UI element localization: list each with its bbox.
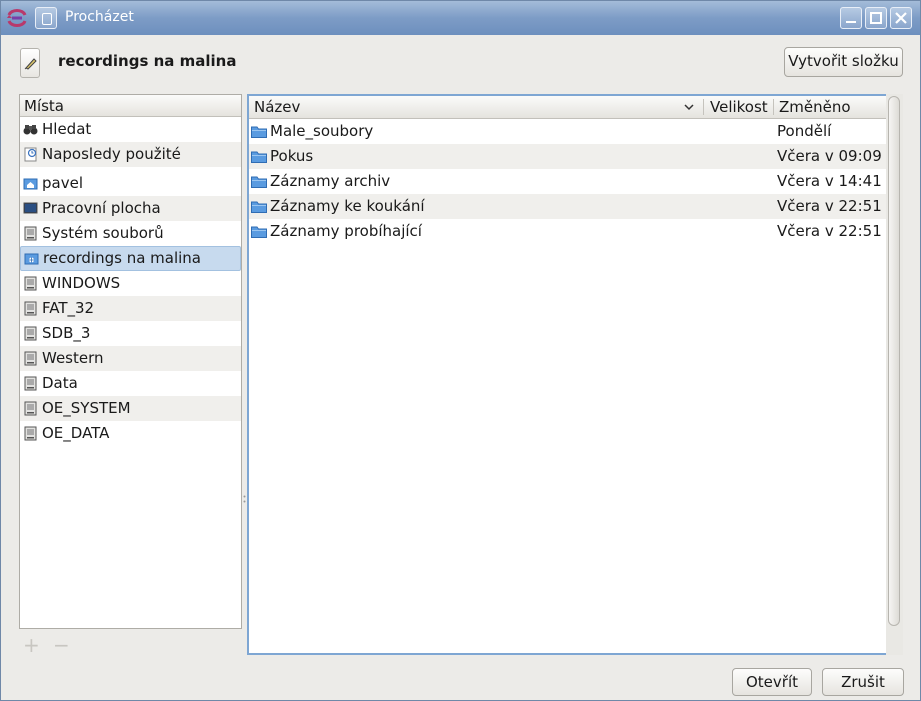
place-label: Systém souborů — [42, 224, 164, 242]
pane-resize-grip[interactable] — [243, 495, 246, 503]
app-logo-icon[interactable] — [5, 6, 29, 30]
file-name: Pokus — [270, 147, 314, 165]
open-button[interactable]: Otevřít — [732, 668, 812, 696]
place-label: OE_SYSTEM — [42, 399, 131, 417]
place-label: recordings na malina — [43, 249, 201, 267]
network-folder-icon — [24, 253, 39, 265]
place-label: Hledat — [42, 120, 92, 138]
minimize-icon — [846, 21, 856, 23]
column-modified-header[interactable]: Změněno — [779, 96, 851, 118]
remove-place-button[interactable]: − — [53, 633, 70, 657]
maximize-icon — [870, 12, 882, 24]
file-list: Název Velikost Změněno Male_soubory Pond… — [247, 94, 888, 655]
drive-icon — [24, 326, 37, 341]
sort-chevron-down-icon[interactable] — [684, 103, 694, 111]
place-item-windows[interactable]: WINDOWS — [20, 271, 241, 296]
place-item-western[interactable]: Western — [20, 346, 241, 371]
file-modified: Pondělí — [777, 122, 832, 140]
window-title: Procházet — [65, 9, 134, 25]
window-menu-button[interactable] — [35, 7, 57, 29]
place-label: OE_DATA — [42, 424, 110, 442]
binoculars-icon — [23, 125, 38, 135]
place-label: FAT_32 — [42, 299, 95, 317]
place-item-system-souboru[interactable]: Systém souborů — [20, 221, 241, 246]
drive-icon — [24, 426, 37, 441]
place-item-oe-data[interactable]: OE_DATA — [20, 421, 241, 446]
place-item-fat-32[interactable]: FAT_32 — [20, 296, 241, 321]
place-item-hledat[interactable]: Hledat — [20, 117, 241, 142]
file-row[interactable]: Male_soubory Pondělí — [249, 119, 886, 144]
place-label: Pracovní plocha — [42, 199, 161, 217]
place-item-pavel[interactable]: pavel — [20, 171, 241, 196]
place-label: pavel — [42, 174, 83, 192]
place-item-pracovni-plocha[interactable]: Pracovní plocha — [20, 196, 241, 221]
column-divider[interactable] — [773, 99, 774, 115]
file-chooser-dialog: Procházet recordings na malina Vytvořit … — [0, 0, 921, 701]
place-label: SDB_3 — [42, 324, 91, 342]
place-item-recordings-na-malina[interactable]: recordings na malina — [20, 246, 241, 271]
place-label: Western — [42, 349, 104, 367]
drive-icon — [24, 301, 37, 316]
file-name: Záznamy ke koukání — [270, 197, 425, 215]
file-list-scrollbar[interactable] — [886, 94, 903, 655]
file-list-header: Název Velikost Změněno — [249, 96, 886, 119]
create-folder-button[interactable]: Vytvořit složku — [784, 47, 903, 77]
scrollbar-thumb[interactable] — [888, 96, 900, 626]
file-row[interactable]: Záznamy probíhající Včera v 22:51 — [249, 219, 886, 244]
places-column-header[interactable]: Místa — [20, 95, 241, 117]
folder-icon — [251, 201, 267, 213]
cancel-button[interactable]: Zrušit — [822, 668, 904, 696]
close-button[interactable] — [890, 7, 912, 29]
home-folder-icon — [23, 178, 38, 190]
drive-icon — [24, 351, 37, 366]
place-label: WINDOWS — [42, 274, 121, 292]
folder-icon — [251, 126, 267, 138]
drive-icon — [24, 276, 37, 291]
drive-icon — [24, 401, 37, 416]
maximize-button[interactable] — [865, 7, 887, 29]
file-name: Záznamy probíhající — [270, 222, 422, 240]
desktop-icon — [23, 202, 38, 214]
current-folder-title: recordings na malina — [58, 52, 237, 70]
folder-icon — [251, 176, 267, 188]
folder-icon — [251, 226, 267, 238]
file-row[interactable]: Záznamy archiv Včera v 14:41 — [249, 169, 886, 194]
file-modified: Včera v 14:41 — [777, 172, 882, 190]
add-place-button[interactable]: + — [23, 633, 40, 657]
file-row[interactable]: Pokus Včera v 09:09 — [249, 144, 886, 169]
place-item-data[interactable]: Data — [20, 371, 241, 396]
place-item-naposledy-pouzite[interactable]: Naposledy použité — [20, 142, 241, 167]
places-sidebar: Místa Hledat Naposledy použité pavel Pra… — [19, 94, 242, 629]
place-item-oe-system[interactable]: OE_SYSTEM — [20, 396, 241, 421]
column-name-header[interactable]: Název — [254, 96, 300, 118]
edit-location-button[interactable] — [20, 48, 40, 78]
column-divider[interactable] — [703, 99, 704, 115]
file-name: Male_soubory — [270, 122, 374, 140]
file-modified: Včera v 22:51 — [777, 222, 882, 240]
place-label: Data — [42, 374, 78, 392]
recent-documents-icon — [24, 147, 37, 162]
file-row[interactable]: Záznamy ke koukání Včera v 22:51 — [249, 194, 886, 219]
file-modified: Včera v 09:09 — [777, 147, 882, 165]
minimize-button[interactable] — [840, 7, 862, 29]
drive-icon — [24, 376, 37, 391]
file-name: Záznamy archiv — [270, 172, 391, 190]
place-item-sdb-3[interactable]: SDB_3 — [20, 321, 241, 346]
drive-icon — [24, 226, 37, 241]
close-icon — [895, 12, 907, 24]
folder-icon — [251, 151, 267, 163]
pencil-icon — [24, 58, 37, 70]
place-label: Naposledy použité — [42, 145, 181, 163]
column-size-header[interactable]: Velikost — [710, 96, 768, 118]
file-modified: Včera v 22:51 — [777, 197, 882, 215]
title-bar[interactable]: Procházet — [1, 1, 920, 35]
